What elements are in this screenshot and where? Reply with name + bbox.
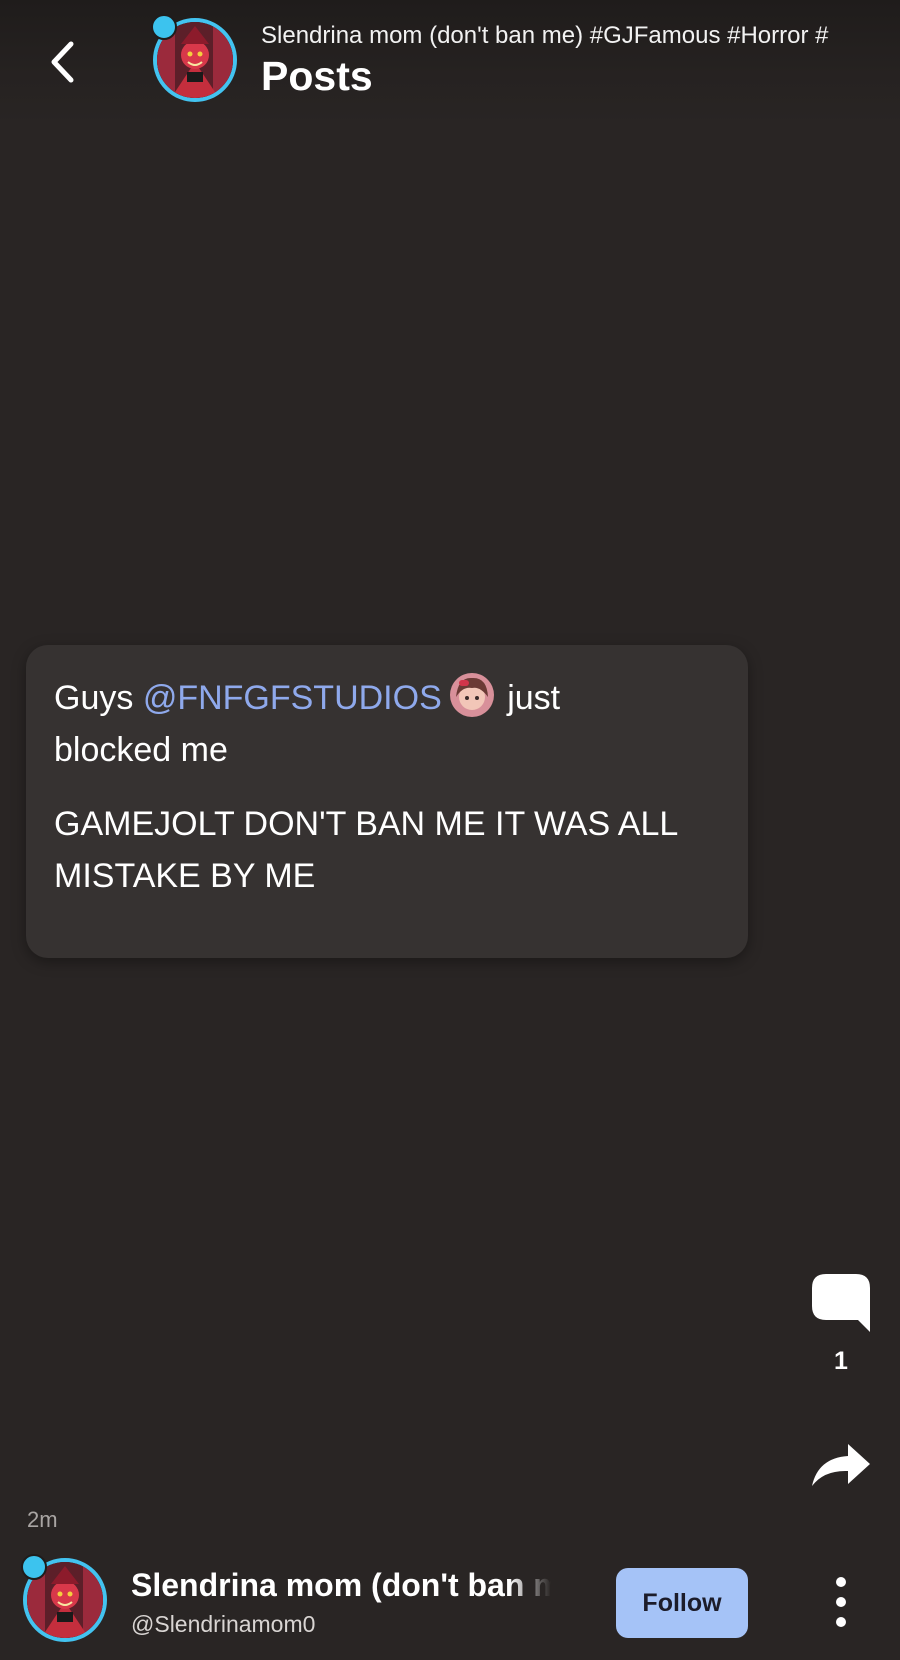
author-avatar[interactable] — [21, 1554, 107, 1642]
page-title: Posts — [261, 53, 373, 99]
post-text: Guys @FNFGFSTUDIOS just blocked me — [54, 672, 614, 776]
back-button[interactable] — [38, 34, 86, 90]
post-timestamp: 2m — [27, 1507, 58, 1532]
post-card[interactable]: Guys @FNFGFSTUDIOS just blocked me GAMEJ… — [26, 645, 748, 958]
share-icon — [812, 1444, 870, 1486]
post-body: GAMEJOLT DON'T BAN ME IT WAS ALL MISTAKE… — [54, 805, 678, 895]
top-bar: Slendrina mom (don't ban me) #GJFamous #… — [0, 0, 900, 125]
author-badge-icon — [21, 1554, 47, 1580]
verified-badge-icon — [151, 14, 177, 40]
comment-count: 1 — [834, 1347, 848, 1375]
post-text-prefix: Guys — [54, 679, 143, 717]
author-name[interactable]: Slendrina mom (don't ban me) — [131, 1567, 551, 1604]
author-handle[interactable]: @Slendrinamom0 — [131, 1611, 315, 1638]
follow-button[interactable]: Follow — [616, 1568, 748, 1638]
page-subtitle: Slendrina mom (don't ban me) #GJFamous #… — [261, 22, 829, 49]
community-avatar[interactable] — [151, 14, 237, 102]
more-vertical-icon — [836, 1577, 846, 1627]
comment-icon — [812, 1274, 870, 1332]
mention-avatar — [449, 673, 494, 717]
back-arrow-icon — [51, 41, 74, 83]
share-button[interactable] — [810, 1440, 872, 1490]
more-options-button[interactable] — [820, 1568, 862, 1636]
user-mention-link[interactable]: @FNFGFSTUDIOS — [143, 679, 442, 717]
comment-button[interactable] — [810, 1272, 872, 1336]
